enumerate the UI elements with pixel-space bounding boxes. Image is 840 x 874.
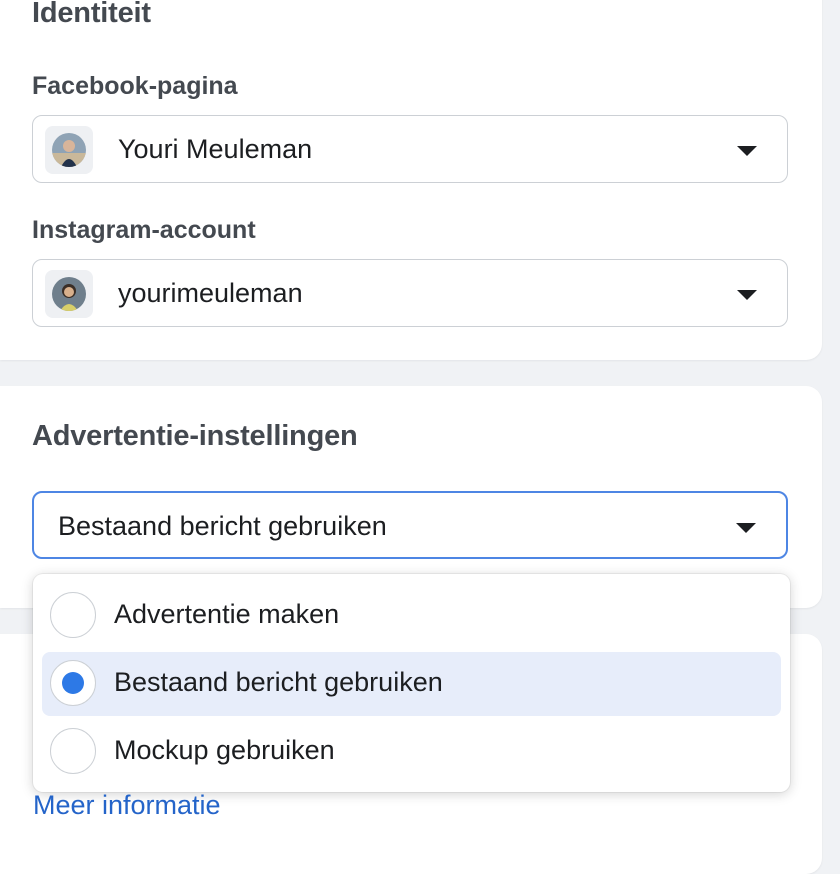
- ad-type-value: Bestaand bericht gebruiken: [58, 511, 387, 541]
- facebook-avatar-frame: [45, 126, 93, 174]
- option-bestaand-bericht-gebruiken[interactable]: Bestaand bericht gebruiken: [42, 652, 781, 716]
- radio-unselected[interactable]: [50, 728, 96, 774]
- option-label: Mockup gebruiken: [114, 735, 335, 765]
- ad-settings-title: Advertentie-instellingen: [32, 420, 358, 452]
- identity-title: Identiteit: [32, 0, 151, 29]
- option-label: Bestaand bericht gebruiken: [114, 667, 443, 697]
- instagram-avatar: [52, 277, 86, 311]
- facebook-page-value: Youri Meuleman: [118, 134, 313, 164]
- option-advertentie-maken[interactable]: Advertentie maken: [42, 584, 781, 648]
- facebook-page-select[interactable]: Youri Meuleman: [32, 115, 788, 183]
- option-mockup-gebruiken[interactable]: Mockup gebruiken: [42, 720, 781, 784]
- instagram-account-value: yourimeuleman: [118, 278, 303, 308]
- radio-dot-icon: [62, 672, 84, 694]
- facebook-page-label: Facebook-pagina: [32, 72, 238, 100]
- ad-type-select[interactable]: Bestaand bericht gebruiken: [32, 491, 788, 559]
- option-label: Advertentie maken: [114, 599, 340, 629]
- radio-selected[interactable]: [50, 660, 96, 706]
- instagram-account-label: Instagram-account: [32, 216, 256, 244]
- radio-unselected[interactable]: [50, 592, 96, 638]
- instagram-account-select[interactable]: yourimeuleman: [32, 259, 788, 327]
- chevron-down-icon: [736, 523, 756, 533]
- chevron-down-icon: [737, 290, 757, 300]
- more-info-link[interactable]: Meer informatie: [33, 790, 221, 821]
- chevron-down-icon: [737, 146, 757, 156]
- instagram-avatar-frame: [45, 270, 93, 318]
- facebook-avatar: [52, 133, 86, 167]
- ad-type-dropdown-menu: Advertentie maken Bestaand bericht gebru…: [33, 574, 790, 792]
